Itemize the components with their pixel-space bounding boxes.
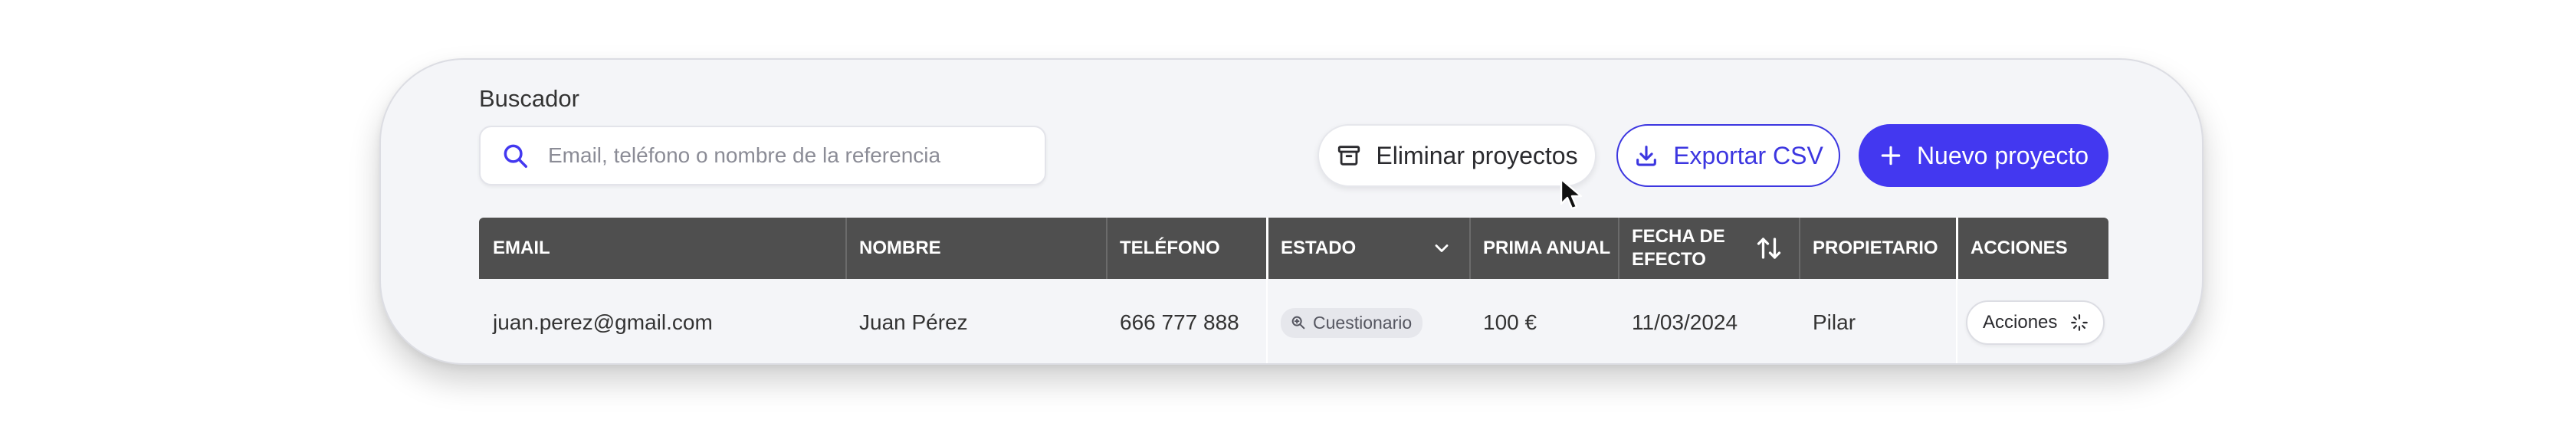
cell-status: Cuestionario — [1267, 279, 1423, 363]
mouse-cursor-icon — [1560, 178, 1583, 210]
row-actions-button[interactable]: Acciones — [1966, 300, 2105, 345]
chevron-down-icon[interactable] — [1431, 238, 1452, 259]
download-icon — [1636, 146, 1657, 166]
status-badge: Cuestionario — [1281, 307, 1423, 338]
search-icon — [504, 144, 527, 168]
delete-projects-button[interactable]: Eliminar proyectos — [1318, 124, 1596, 187]
cell-phone: 666 777 888 — [1120, 310, 1239, 334]
cell-name: Juan Pérez — [859, 310, 968, 334]
archive-icon — [1338, 146, 1360, 166]
table-row[interactable]: juan.perez@gmail.com Juan Pérez 666 777 … — [479, 279, 2108, 363]
column-header-owner[interactable]: PROPIETARIO — [1799, 218, 1938, 279]
export-csv-label: Exportar CSV — [1673, 141, 1823, 169]
column-header-name[interactable]: NOMBRE — [845, 218, 941, 279]
sparkle-loader-icon — [2071, 314, 2089, 331]
search-placeholder: Email, teléfono o nombre de la referenci… — [548, 143, 941, 167]
search-input[interactable]: Email, teléfono o nombre de la referenci… — [479, 126, 1046, 185]
plus-icon — [1881, 146, 1901, 166]
column-header-premium[interactable]: PRIMA ANUAL — [1469, 218, 1610, 279]
sort-arrows-icon[interactable] — [1754, 234, 1784, 262]
search-label: Buscador — [479, 85, 579, 112]
projects-table: EMAIL NOMBRE TELÉFONO ESTADO PRIMA ANUAL… — [479, 218, 2108, 363]
cell-date: 11/03/2024 — [1632, 310, 1738, 334]
status-badge-label: Cuestionario — [1313, 312, 1413, 333]
new-project-label: Nuevo proyecto — [1916, 141, 2089, 169]
cell-actions: Acciones — [1957, 279, 2105, 363]
column-header-actions: ACCIONES — [1971, 238, 2068, 258]
search-zoom-icon — [1291, 316, 1305, 330]
column-header-phone[interactable]: TELÉFONO — [1106, 218, 1220, 279]
projects-panel: Buscador Email, teléfono o nombre de la … — [379, 58, 2204, 365]
row-actions-label: Acciones — [1983, 312, 2058, 333]
delete-projects-label: Eliminar proyectos — [1376, 141, 1578, 169]
column-header-date[interactable]: FECHA DE EFECTO — [1618, 218, 1756, 279]
cell-premium: 100 € — [1483, 310, 1537, 334]
table-header: EMAIL NOMBRE TELÉFONO ESTADO PRIMA ANUAL… — [479, 218, 2108, 279]
cell-owner: Pilar — [1813, 310, 1856, 334]
column-header-status-label: ESTADO — [1281, 238, 1357, 258]
column-header-status[interactable]: ESTADO — [1267, 218, 1469, 279]
column-header-email[interactable]: EMAIL — [479, 218, 550, 279]
export-csv-button[interactable]: Exportar CSV — [1616, 124, 1840, 187]
cell-email: juan.perez@gmail.com — [493, 310, 713, 334]
new-project-button[interactable]: Nuevo proyecto — [1859, 124, 2108, 187]
